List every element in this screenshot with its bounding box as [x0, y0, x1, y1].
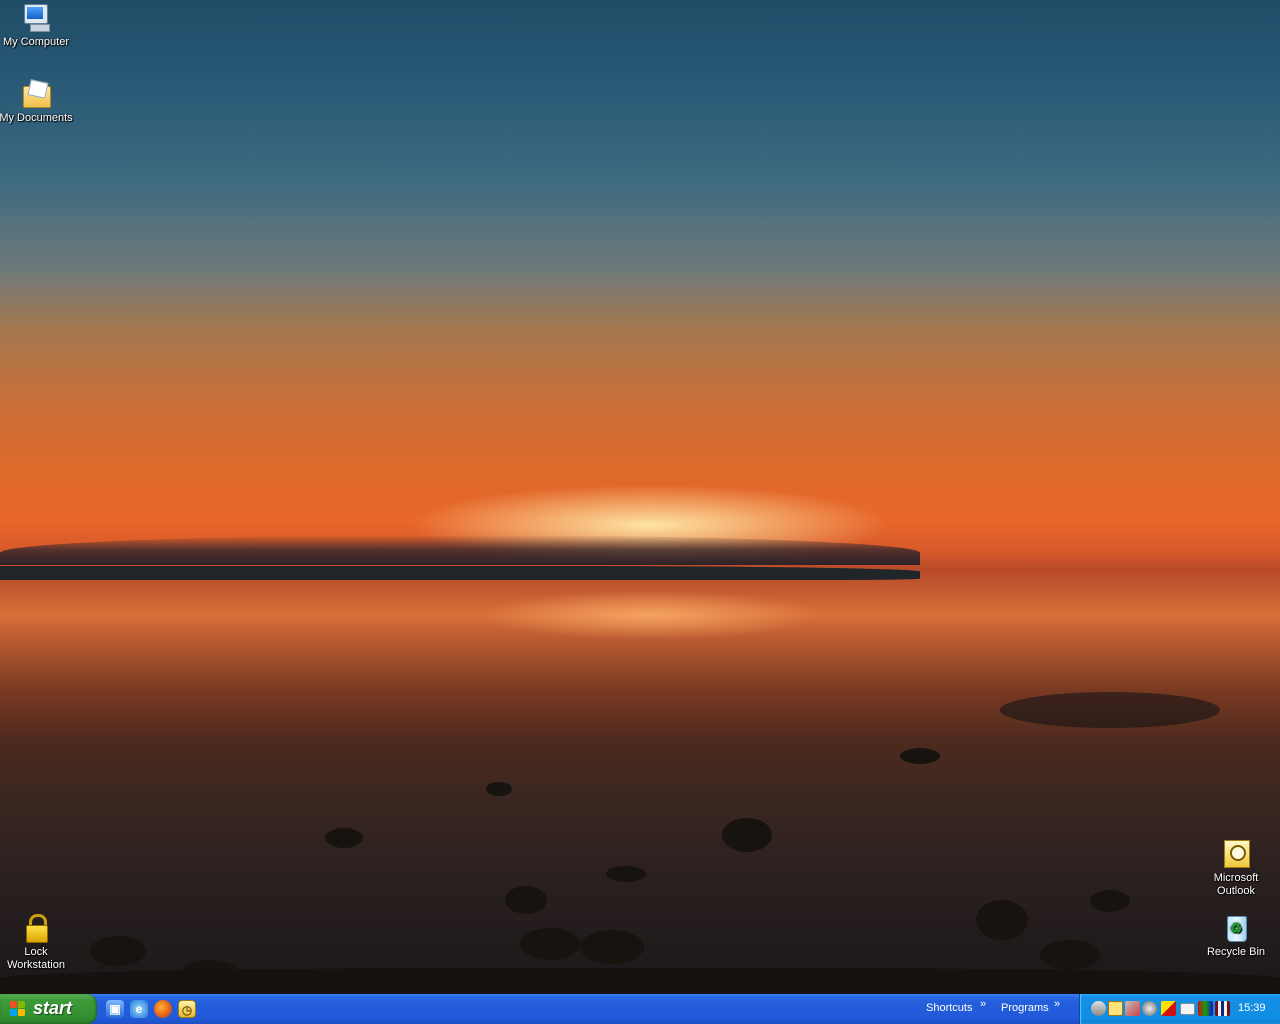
rock — [580, 930, 644, 964]
rock — [520, 928, 580, 960]
rock — [976, 900, 1028, 940]
desktop-icon-label: Lock — [24, 946, 48, 958]
desktop-icon-label: My Documents — [0, 112, 73, 124]
foreground-shore — [0, 968, 1280, 994]
recycle-bin-icon: ♻ — [1220, 912, 1252, 944]
rock — [606, 866, 646, 882]
rock — [486, 782, 512, 796]
horizon-clouds — [0, 535, 920, 565]
outlook-reminder-icon[interactable] — [1108, 1001, 1123, 1016]
rock — [722, 818, 772, 852]
color-picker-icon[interactable] — [1198, 1001, 1213, 1016]
desktop-icon-label: My Computer — [2, 36, 70, 48]
desktop-icon-label: Workstation — [7, 959, 65, 971]
zonealarm-icon[interactable] — [1161, 1001, 1176, 1016]
desktop-icon-recycle-bin[interactable]: ♻ Recycle Bin — [1198, 912, 1274, 959]
start-button[interactable]: start — [0, 994, 97, 1024]
desktop-icon-microsoft-outlook[interactable]: Microsoft Outlook — [1198, 838, 1274, 898]
distant-shoreline — [0, 566, 920, 580]
start-label: start — [33, 998, 73, 1018]
rock — [505, 886, 547, 914]
tools-icon[interactable] — [1125, 1001, 1140, 1016]
programs-label: Programs — [1001, 1002, 1049, 1014]
rock — [325, 828, 363, 848]
mail-icon[interactable] — [1180, 1003, 1195, 1015]
taskbar: start ▣ e ◷ Shortcuts » Programs » 15:39 — [0, 994, 1280, 1024]
clock[interactable]: 15:39 — [1238, 1002, 1266, 1014]
outlook-icon[interactable]: ◷ — [178, 1000, 196, 1018]
books-icon[interactable] — [1215, 1001, 1230, 1016]
rock — [90, 936, 146, 966]
shortcuts-label: Shortcuts — [926, 1002, 973, 1014]
security-icon[interactable] — [1142, 1001, 1157, 1016]
chevron-right-icon[interactable]: » — [1054, 998, 1060, 1010]
windows-flag-icon — [10, 1001, 26, 1017]
show-desktop-icon[interactable]: ▣ — [106, 1000, 124, 1018]
rock — [900, 748, 940, 764]
rock — [1090, 890, 1130, 912]
chevron-right-icon[interactable]: » — [980, 998, 986, 1010]
desktop-icon-my-documents[interactable]: My Documents — [0, 78, 74, 125]
computer-icon — [20, 2, 52, 34]
network-icon[interactable] — [1091, 1001, 1106, 1016]
desktop[interactable]: My Computer My Documents Lock Workstatio… — [0, 0, 1280, 994]
programs-toolbar[interactable]: Programs » — [1001, 998, 1060, 1014]
firefox-icon[interactable] — [154, 1000, 172, 1018]
desktop-icon-lock-workstation[interactable]: Lock Workstation — [0, 912, 74, 972]
desktop-icon-label: Recycle Bin — [1206, 946, 1266, 958]
seaweed-patch — [1000, 692, 1220, 728]
shortcuts-toolbar[interactable]: Shortcuts » — [926, 998, 986, 1014]
outlook-icon — [1220, 838, 1252, 870]
rock — [1040, 940, 1100, 970]
padlock-icon — [20, 912, 52, 944]
desktop-icon-my-computer[interactable]: My Computer — [0, 2, 74, 49]
water-reflection — [480, 590, 820, 640]
documents-folder-icon — [20, 78, 52, 110]
internet-explorer-icon[interactable]: e — [130, 1000, 148, 1018]
desktop-icon-label: Microsoft — [1213, 872, 1259, 884]
desktop-icon-label: Outlook — [1217, 885, 1255, 897]
